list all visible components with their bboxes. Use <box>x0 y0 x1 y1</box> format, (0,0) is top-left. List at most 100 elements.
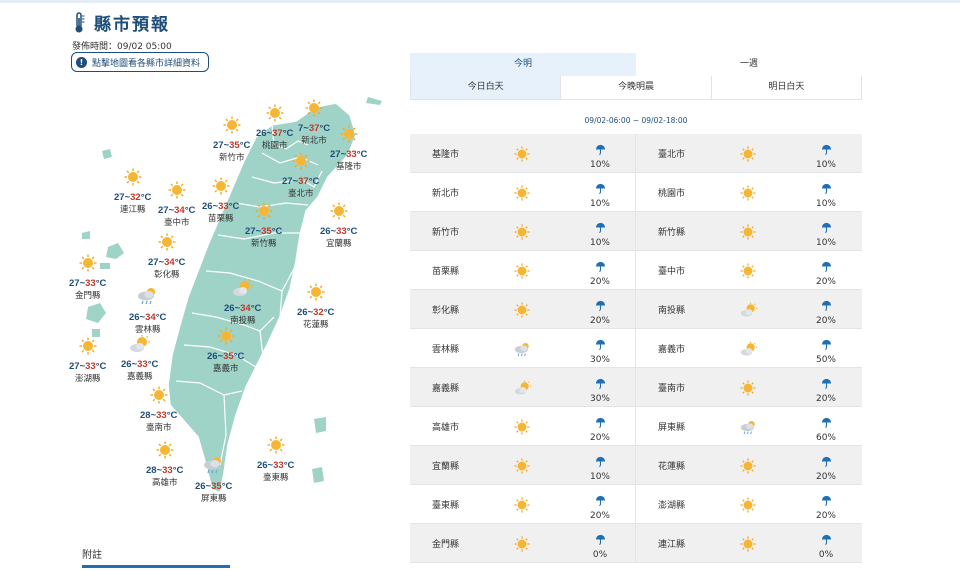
sunny-icon <box>320 202 357 225</box>
city-marker[interactable]: 28~33°C 臺南市 <box>140 386 177 433</box>
table-row: 新竹市 10% 新竹縣 10% <box>410 212 862 251</box>
forecast-cell[interactable]: 基隆市 10% <box>410 134 636 172</box>
city-name: 雲林縣 <box>134 324 161 334</box>
city-marker[interactable]: 27~34°C 彰化縣 <box>148 233 185 280</box>
city-marker[interactable]: 26~33°C 嘉義縣 <box>121 335 158 382</box>
city-marker[interactable]: 28~33°C 高雄市 <box>146 441 183 488</box>
map-detail-button[interactable]: ! 點擊地圖看各縣市詳細資料 <box>71 52 210 72</box>
forecast-cell[interactable]: 新竹市 10% <box>410 212 636 250</box>
forecast-cell[interactable]: 臺北市 10% <box>636 134 862 172</box>
forecast-cell[interactable]: 花蓮縣 20% <box>636 446 862 484</box>
rain-percent: 10% <box>589 238 610 248</box>
forecast-cell[interactable]: 新竹縣 10% <box>636 212 862 250</box>
temp-low: 27 <box>158 205 169 216</box>
sunny-icon <box>740 497 756 517</box>
temp-low: 27 <box>330 149 341 160</box>
sunny-icon <box>514 146 530 166</box>
city-marker[interactable]: 27~35°C 新竹縣 <box>245 202 282 249</box>
tab-tomorrow-day[interactable]: 明日白天 <box>710 76 861 99</box>
taiwan-map[interactable]: 27~37°C 臺北市 7~37°C 新北市 27~33°C 基隆市 26~37… <box>60 85 390 525</box>
city-marker[interactable]: 26~37°C 桃園市 <box>256 104 293 151</box>
tab-today-tomorrow[interactable]: 今明 <box>410 53 636 76</box>
forecast-cell[interactable]: 臺南市 20% <box>636 368 862 406</box>
forecast-cell[interactable]: 桃園市 10% <box>636 173 862 211</box>
umbrella-icon <box>812 179 840 198</box>
sunny-icon <box>514 458 530 478</box>
county-name: 新竹市 <box>432 227 460 238</box>
forecast-cell[interactable]: 彰化縣 20% <box>410 290 636 328</box>
rain-percent: 20% <box>589 316 610 326</box>
temp-high: 33 <box>336 226 347 237</box>
city-marker[interactable]: 27~34°C 臺中市 <box>158 181 195 228</box>
forecast-cell[interactable]: 宜蘭縣 10% <box>410 446 636 484</box>
city-marker[interactable]: 26~34°C 雲林縣 <box>129 286 166 335</box>
forecast-cell[interactable]: 雲林縣 30% <box>410 329 636 367</box>
forecast-cell[interactable]: 高雄市 20% <box>410 407 636 445</box>
umbrella-icon <box>812 140 840 159</box>
city-marker[interactable]: 27~35°C 新竹市 <box>213 116 250 163</box>
sunny-icon <box>146 441 183 464</box>
city-name: 嘉義市 <box>212 363 239 373</box>
rain-probability: 10% <box>586 140 614 170</box>
temp-high: 33 <box>85 278 96 289</box>
tab-week[interactable]: 一週 <box>636 53 862 76</box>
sunny-icon <box>114 168 151 191</box>
city-marker[interactable]: 26~33°C 臺東縣 <box>257 436 294 483</box>
umbrella-icon <box>586 413 614 432</box>
temp-low: 7 <box>298 123 304 134</box>
tab-tonight[interactable]: 今晚明晨 <box>560 76 710 99</box>
rain-percent: 20% <box>589 433 610 443</box>
city-marker[interactable]: 27~33°C 澎湖縣 <box>69 337 106 384</box>
forecast-cell[interactable]: 苗栗縣 20% <box>410 251 636 289</box>
umbrella-icon <box>812 296 840 315</box>
temp-high: 33 <box>156 410 167 421</box>
table-row: 雲林縣 30% 嘉義市 50% <box>410 329 862 368</box>
city-marker[interactable]: 27~32°C 連江縣 <box>114 168 151 215</box>
rain-probability: 20% <box>586 413 614 443</box>
tab-today-day[interactable]: 今日白天 <box>410 76 561 99</box>
notes-heading[interactable]: 附註 <box>82 546 102 561</box>
umbrella-icon <box>586 140 614 159</box>
city-marker[interactable]: 26~34°C 南投縣 <box>224 279 261 326</box>
sunny-icon <box>202 177 239 200</box>
temperature-range: 28~33°C <box>146 465 184 476</box>
forecast-cell[interactable]: 嘉義縣 30% <box>410 368 636 406</box>
temp-low: 28 <box>146 465 157 476</box>
city-name: 彰化縣 <box>153 269 180 279</box>
city-marker[interactable]: 27~33°C 金門縣 <box>69 254 106 301</box>
temp-high: 35 <box>211 481 222 492</box>
city-marker[interactable]: 27~37°C 臺北市 <box>282 152 319 199</box>
forecast-cell[interactable]: 嘉義市 50% <box>636 329 862 367</box>
forecast-cell[interactable]: 臺東縣 20% <box>410 485 636 523</box>
city-marker[interactable]: 26~35°C 屏東縣 <box>195 455 232 504</box>
notes-underline <box>82 565 230 568</box>
rain-probability: 0% <box>586 530 614 560</box>
temp-high: 35 <box>261 226 272 237</box>
forecast-cell[interactable]: 屏東縣 60% <box>636 407 862 445</box>
county-name: 桃園市 <box>658 188 686 199</box>
temp-low: 27 <box>282 176 293 187</box>
sunny-icon <box>740 146 756 166</box>
sunny-icon <box>740 380 756 400</box>
city-marker[interactable]: 26~33°C 宜蘭縣 <box>320 202 357 249</box>
forecast-cell[interactable]: 臺中市 20% <box>636 251 862 289</box>
county-name: 金門縣 <box>432 539 460 550</box>
city-marker[interactable]: 26~32°C 花蓮縣 <box>297 283 334 330</box>
partly-cloudy-icon <box>121 335 158 358</box>
county-name: 臺北市 <box>658 149 686 160</box>
forecast-cell[interactable]: 澎湖縣 20% <box>636 485 862 523</box>
partly-cloudy-icon <box>740 302 758 322</box>
forecast-cell[interactable]: 新北市 10% <box>410 173 636 211</box>
forecast-cell[interactable]: 連江縣 0% <box>636 524 862 562</box>
city-marker[interactable]: 7~37°C 新北市 <box>298 99 330 146</box>
sunny-icon <box>298 99 330 122</box>
forecast-cell[interactable]: 金門縣 0% <box>410 524 636 562</box>
city-marker[interactable]: 27~33°C 基隆市 <box>330 125 367 172</box>
temp-unit: °C <box>184 205 196 216</box>
city-marker[interactable]: 26~33°C 苗栗縣 <box>202 177 239 224</box>
temp-low: 26 <box>257 460 268 471</box>
forecast-cell[interactable]: 南投縣 20% <box>636 290 862 328</box>
rain-percent: 20% <box>589 277 610 287</box>
city-marker[interactable]: 26~35°C 嘉義市 <box>207 327 244 374</box>
county-name: 嘉義市 <box>658 344 686 355</box>
